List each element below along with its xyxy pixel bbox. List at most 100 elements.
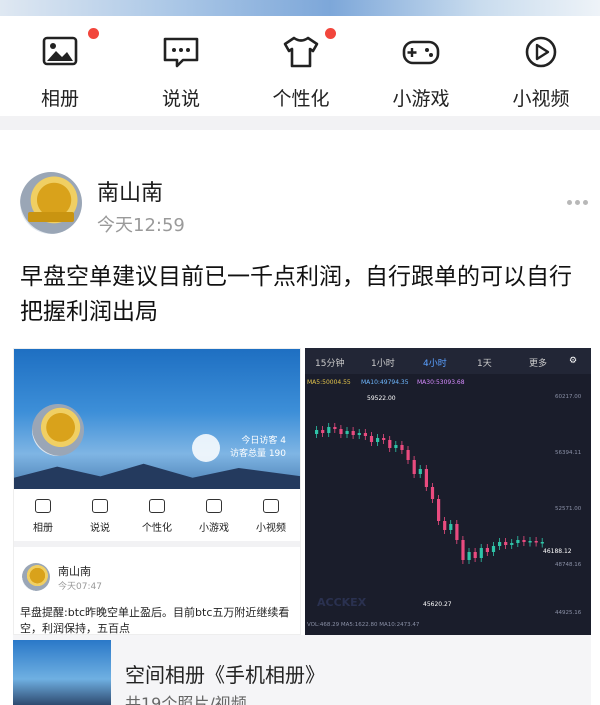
price-axis-label: 48748.16	[555, 562, 582, 568]
candle-body	[388, 440, 392, 448]
chat-bubble-icon	[161, 34, 201, 70]
candle-body	[528, 541, 532, 543]
shortcut-bar: 相册 说说 个性化 小游戏 小视频	[0, 16, 600, 116]
embedded-post-avatar	[22, 563, 50, 591]
shortcut-label: 说说	[161, 88, 200, 110]
candle-body	[406, 450, 410, 460]
candle-body	[540, 542, 544, 544]
kline-tab-active: 4小时	[423, 359, 447, 369]
candle-body	[504, 542, 508, 545]
embedded-avatar	[32, 404, 84, 456]
embedded-post-author: 南山南	[58, 565, 91, 578]
notification-dot	[88, 28, 99, 39]
avatar[interactable]	[20, 172, 82, 234]
candle-body	[534, 541, 538, 543]
album-title: 空间相册《手机相册》	[125, 663, 325, 687]
kline-tab: 15分钟	[315, 359, 345, 369]
candle-body	[479, 548, 483, 558]
shortcut-minigame[interactable]: 小游戏	[376, 34, 466, 111]
candle-body	[491, 546, 496, 552]
embedded-play-icon	[192, 434, 220, 462]
ma-label: MA5:50004.55	[307, 379, 351, 386]
shortcut-label: 相册	[40, 88, 79, 110]
settings-icon: ⚙	[569, 356, 578, 366]
feed-post: 南山南 今天12:59 早盘空单建议目前已一千点利润，自行跟单的可以自行把握利润…	[0, 130, 600, 705]
embedded-divider	[14, 541, 300, 547]
candle-body	[333, 427, 337, 429]
kline-tab: 1天	[477, 359, 492, 369]
play-circle-icon	[521, 34, 561, 70]
price-axis-label: 56394.11	[555, 450, 581, 456]
album-subtitle: 共19个照片/视频	[125, 694, 247, 705]
post-author[interactable]: 南山南	[97, 175, 163, 207]
post-time: 今天12:59	[97, 215, 185, 236]
photo-album-icon	[35, 499, 51, 513]
embedded-shortcut: 相册	[15, 499, 71, 534]
candle-body	[394, 445, 398, 448]
candle-body	[522, 540, 526, 542]
current-price-label: 46188.12	[543, 548, 572, 555]
kline-tab: 1小时	[371, 359, 395, 369]
shortcut-personalize[interactable]: 个性化	[256, 28, 346, 111]
album-card[interactable]: 空间相册《手机相册》 共19个照片/视频	[13, 635, 591, 705]
embedded-shortcut: 个性化	[129, 499, 185, 534]
shortcut-short-video[interactable]: 小视频	[496, 34, 586, 111]
candle-body	[473, 552, 477, 558]
low-price-label: 45620.27	[423, 601, 452, 608]
embedded-post-text: 早盘提醒:btc昨晚空单止盈后。目前btc五万附近继续看空，利润保持，五百点	[20, 606, 290, 635]
embedded-post-time: 今天07:47	[58, 582, 102, 592]
embedded-shortcut-label: 个性化	[142, 523, 172, 534]
gamepad-icon	[401, 34, 441, 70]
embedded-shortcut: 说说	[72, 499, 128, 534]
price-axis-label: 60217.00	[555, 394, 582, 400]
post-image-screenshot[interactable]: 今日访客 4 访客总量 190 相册 说说 个性化 小游戏 小视频 南山南 今天…	[13, 348, 301, 635]
shortcut-shuoshuo[interactable]: 说说	[136, 34, 226, 111]
shortcut-label: 小游戏	[392, 88, 450, 110]
embedded-shortcut-label: 小游戏	[199, 523, 229, 534]
candle-body	[412, 460, 416, 474]
tshirt-icon	[281, 28, 336, 70]
section-divider	[0, 116, 600, 130]
more-options-icon[interactable]	[567, 190, 593, 205]
candle-body	[485, 548, 489, 552]
candle-body	[498, 542, 502, 546]
price-axis-label: 52571.00	[555, 506, 582, 512]
embedded-shortcut-bar: 相册 说说 个性化 小游戏 小视频	[14, 491, 300, 541]
candle-body	[351, 431, 355, 435]
candle-body	[510, 543, 514, 545]
candle-body	[376, 438, 380, 442]
ma-label: MA30:53093.68	[417, 379, 465, 386]
tshirt-icon	[149, 499, 165, 513]
candle-body	[449, 524, 453, 530]
visitors-today: 今日访客 4	[241, 436, 286, 446]
candle-body	[467, 552, 471, 560]
shortcut-album[interactable]: 相册	[15, 28, 105, 111]
embedded-shortcut-label: 小视频	[256, 523, 286, 534]
embedded-shortcut: 小视频	[243, 499, 299, 534]
top-banner-strip	[0, 0, 600, 16]
candle-body	[443, 521, 447, 530]
candle-body	[327, 427, 331, 433]
shortcut-label: 小视频	[512, 88, 570, 110]
play-circle-icon	[263, 499, 279, 513]
notification-dot	[325, 28, 336, 39]
price-axis-label: 44925.16	[555, 610, 582, 616]
embedded-shortcut: 小游戏	[186, 499, 242, 534]
post-image-kline[interactable]: 15分钟 1小时 4小时 1天 更多 ⚙ MA5:50004.55 MA10:4…	[305, 348, 591, 635]
candle-body	[430, 487, 435, 499]
candle-body	[424, 469, 428, 487]
album-thumbnail	[13, 640, 111, 705]
watermark-text: ACCKEX	[317, 596, 367, 609]
ma-label: MA10:49794.35	[361, 379, 409, 386]
photo-album-icon	[40, 28, 99, 70]
candle-body	[461, 540, 465, 560]
candle-body	[363, 433, 367, 436]
kline-tab: 更多	[529, 359, 548, 369]
candle-body	[339, 429, 343, 434]
candle-body	[315, 430, 319, 434]
visitors-total: 访客总量 190	[229, 449, 286, 459]
chat-bubble-icon	[92, 499, 108, 513]
candle-body	[437, 499, 441, 521]
embedded-shortcut-label: 相册	[33, 523, 53, 534]
candle-body	[400, 445, 404, 450]
